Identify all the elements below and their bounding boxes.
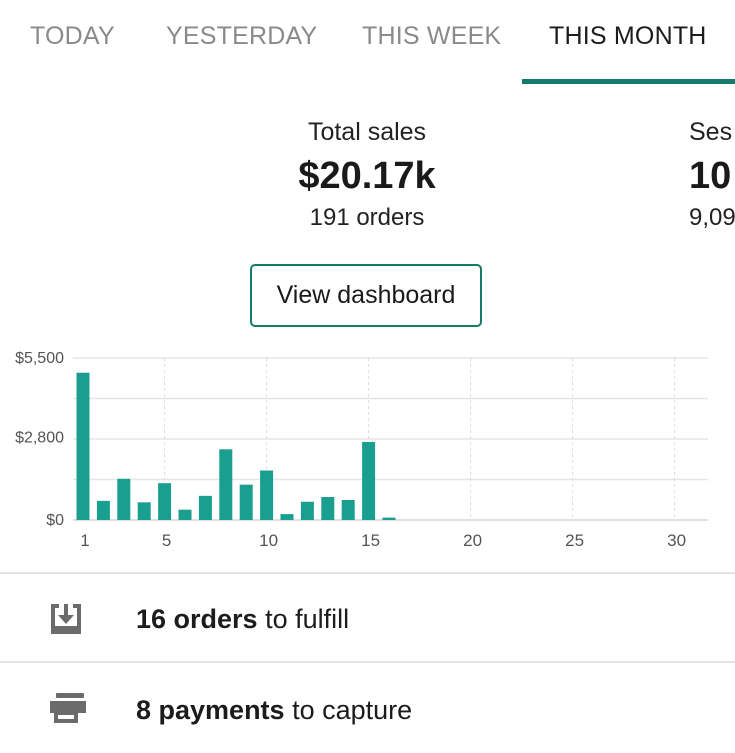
- chart-bar: [76, 372, 90, 520]
- task-orders-to-fulfill[interactable]: 16 orders to fulfill: [0, 576, 735, 664]
- task-payments-text: 8 payments to capture: [136, 695, 412, 726]
- chart-bar: [321, 497, 335, 520]
- x-axis-tick-label: 25: [565, 531, 584, 550]
- task-orders-count: 16 orders: [136, 604, 258, 634]
- chart-bar: [260, 470, 274, 520]
- chart-bar: [239, 484, 253, 520]
- divider: [0, 661, 735, 663]
- task-payments-to-capture[interactable]: 8 payments to capture: [0, 665, 735, 753]
- tab-this-month[interactable]: THIS MONTH: [549, 22, 707, 51]
- chart-bar: [158, 483, 172, 520]
- x-axis-tick-label: 30: [667, 531, 686, 550]
- total-sales-value: $20.17k: [298, 155, 436, 197]
- task-orders-text: 16 orders to fulfill: [136, 604, 349, 635]
- chart-bar: [382, 517, 396, 520]
- x-axis-tick-label: 1: [80, 531, 89, 550]
- total-sales-label: Total sales: [307, 118, 427, 146]
- chart-bar: [362, 441, 376, 520]
- credit-card-icon: [48, 691, 88, 730]
- sessions-value: 10: [689, 155, 732, 197]
- total-sales-stat: Total sales $20.17k 191 orders: [262, 118, 472, 232]
- view-dashboard-button[interactable]: View dashboard: [250, 264, 482, 327]
- chart-bar: [219, 449, 233, 520]
- sessions-stat: Ses 10 9,09: [689, 118, 735, 232]
- chart-bar: [341, 499, 355, 520]
- x-axis-tick-label: 20: [463, 531, 482, 550]
- sessions-label: Ses: [689, 118, 733, 146]
- chart-bar: [198, 495, 212, 520]
- chart-bar: [137, 502, 151, 520]
- chart-bar: [96, 500, 110, 520]
- task-orders-rest: to fulfill: [257, 604, 350, 634]
- chart-bar: [117, 478, 131, 520]
- total-orders-count: 191 orders: [309, 204, 425, 231]
- y-axis-tick-label: $5,500: [15, 350, 64, 367]
- divider: [0, 572, 735, 574]
- chart-bar: [280, 514, 294, 520]
- x-axis-tick-label: 15: [361, 531, 380, 550]
- inbox-download-icon: [48, 600, 84, 643]
- y-axis-tick-label: $0: [46, 512, 64, 529]
- task-payments-count: 8 payments: [136, 695, 285, 725]
- tab-today[interactable]: TODAY: [30, 22, 115, 51]
- active-tab-indicator: [522, 79, 735, 84]
- tab-yesterday[interactable]: YESTERDAY: [166, 22, 317, 51]
- chart-bar: [178, 509, 192, 520]
- sessions-sub: 9,09: [689, 204, 735, 231]
- y-axis-tick-label: $2,800: [15, 430, 64, 447]
- x-axis-tick-label: 10: [259, 531, 278, 550]
- chart-bar: [300, 501, 314, 520]
- date-range-tabs: TODAY YESTERDAY THIS WEEK THIS MONTH: [0, 0, 735, 84]
- tab-this-week[interactable]: THIS WEEK: [362, 22, 501, 51]
- x-axis-tick-label: 5: [162, 531, 171, 550]
- sales-bar-chart: $5,500$2,800$01 5 10 15 20 25 30: [15, 350, 708, 550]
- task-payments-rest: to capture: [284, 695, 413, 725]
